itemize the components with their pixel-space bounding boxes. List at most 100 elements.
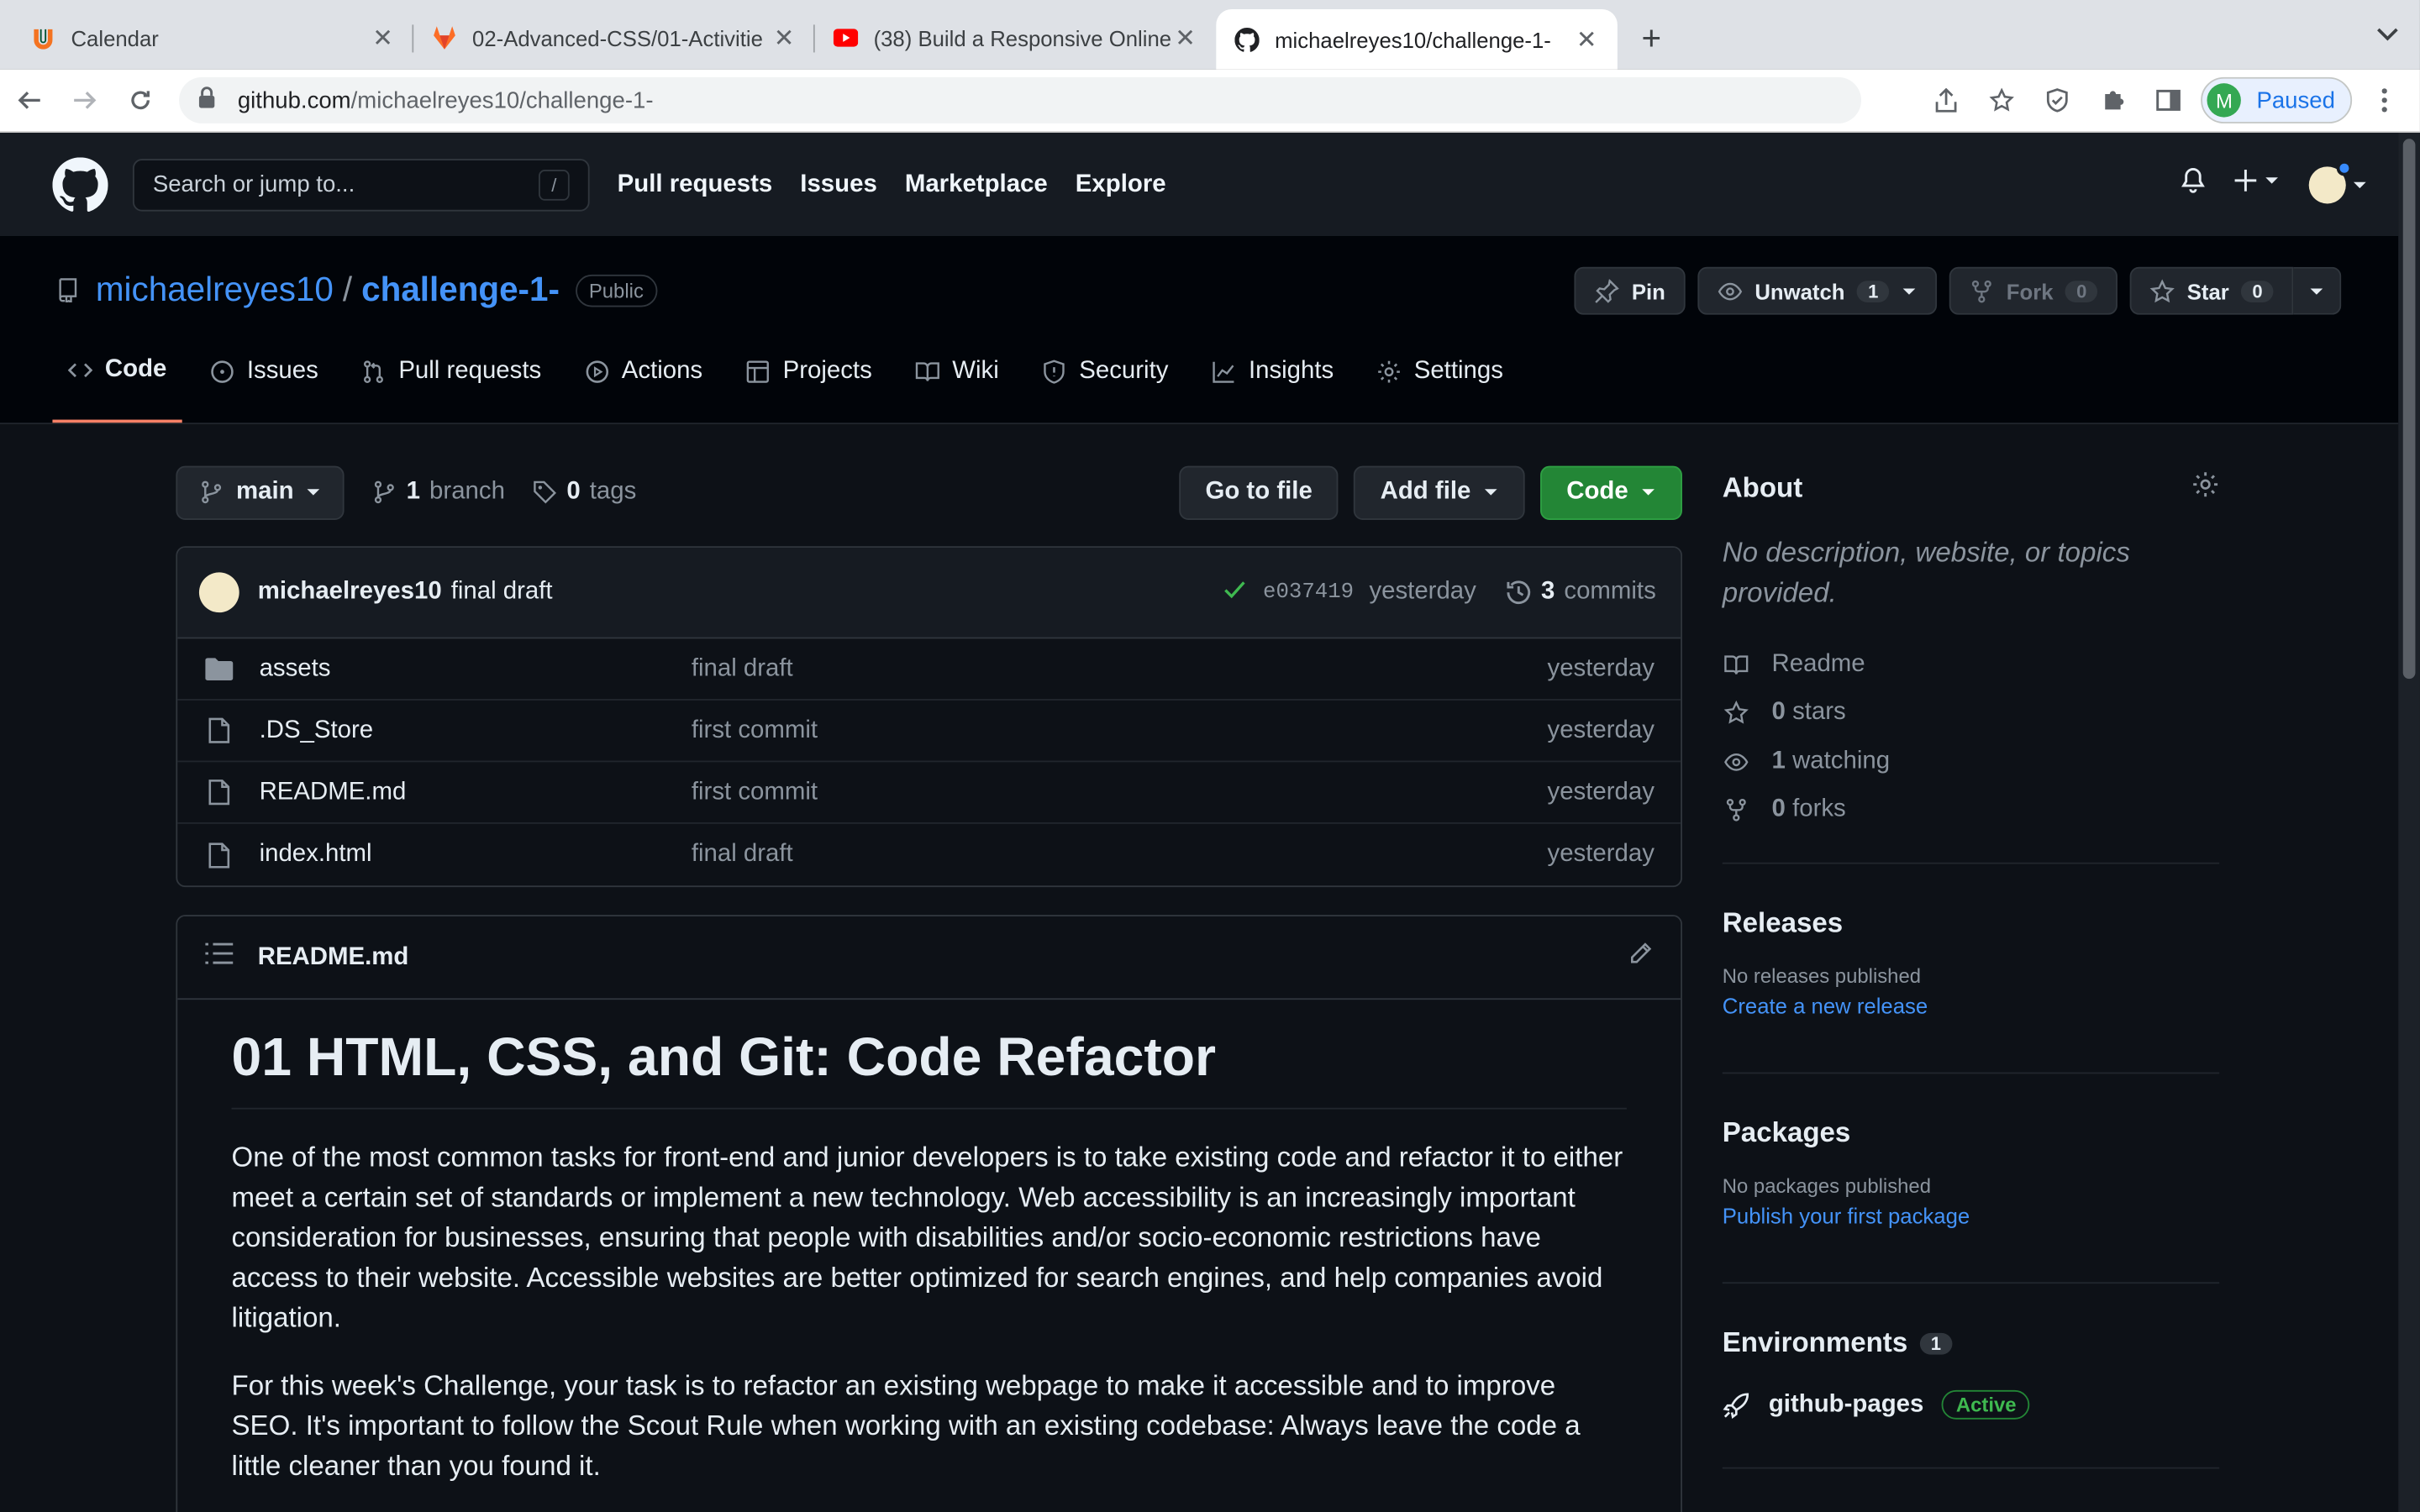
github-logo-icon[interactable] <box>52 156 108 212</box>
check-icon[interactable] <box>1223 576 1247 609</box>
nav-marketplace[interactable]: Marketplace <box>905 171 1048 198</box>
readme-filename[interactable]: README.md <box>258 943 409 971</box>
branches-link[interactable]: 1 branch <box>372 478 505 506</box>
environment-item[interactable]: github-pages Active <box>1723 1389 2219 1420</box>
commit-message[interactable]: final draft <box>451 579 553 606</box>
nav-explore[interactable]: Explore <box>1076 171 1166 198</box>
tab-code[interactable]: Code <box>52 345 182 423</box>
list-icon[interactable] <box>205 942 234 972</box>
file-name[interactable]: index.html <box>260 841 692 869</box>
extensions-puzzle-icon[interactable] <box>2090 77 2136 123</box>
notifications-bell-icon[interactable] <box>2179 166 2207 202</box>
user-menu[interactable] <box>2308 160 2368 203</box>
file-commit-message[interactable]: final draft <box>692 655 1548 683</box>
file-name[interactable]: README.md <box>260 779 692 806</box>
browser-tab[interactable]: (38) Build a Responsive Online ✕ <box>815 9 1217 66</box>
tab-wiki[interactable]: Wiki <box>900 345 1014 423</box>
tags-link[interactable]: 0 tags <box>533 478 636 506</box>
pin-label: Pin <box>1631 278 1665 303</box>
unwatch-button[interactable]: Unwatch 1 <box>1697 266 1938 315</box>
go-to-file-button[interactable]: Go to file <box>1179 465 1339 520</box>
caret-down-icon <box>1642 489 1655 496</box>
bookmark-star-icon[interactable] <box>1979 77 2025 123</box>
star-list-dropdown[interactable] <box>2293 266 2342 315</box>
kebab-menu-icon[interactable] <box>2361 77 2407 123</box>
folder-icon <box>203 657 234 680</box>
commit-sha[interactable]: e037419 <box>1263 580 1354 605</box>
new-tab-button[interactable]: + <box>1623 11 1679 66</box>
create-release-link[interactable]: Create a new release <box>1723 994 2219 1018</box>
share-icon[interactable] <box>1923 77 1970 123</box>
address-bar[interactable]: github.com/michaelreyes10/challenge-1- <box>179 76 1862 123</box>
scrollbar-thumb[interactable] <box>2402 139 2416 680</box>
close-icon[interactable]: ✕ <box>1574 24 1598 55</box>
tab-actions[interactable]: Actions <box>569 345 718 423</box>
close-icon[interactable]: ✕ <box>371 23 395 54</box>
star-button[interactable]: Star 0 <box>2129 266 2294 315</box>
tab-security[interactable]: Security <box>1027 345 1184 423</box>
table-row[interactable]: assets final draft yesterday <box>177 638 1681 701</box>
commits-history-link[interactable]: 3 commits <box>1504 579 1656 606</box>
stars-link[interactable]: 0 stars <box>1723 689 1890 738</box>
browser-tab[interactable]: Calendar ✕ <box>13 9 414 66</box>
nav-pull-requests[interactable]: Pull requests <box>618 171 773 198</box>
tab-insights[interactable]: Insights <box>1196 345 1349 423</box>
browser-tab-active[interactable]: michaelreyes10/challenge-1- ✕ <box>1216 9 1618 70</box>
create-new-plus-icon[interactable] <box>2234 168 2281 201</box>
add-file-button[interactable]: Add file <box>1354 465 1525 520</box>
file-commit-message[interactable]: first commit <box>692 717 1548 744</box>
close-icon[interactable]: ✕ <box>1173 23 1197 54</box>
reload-icon[interactable] <box>114 74 166 126</box>
tab-projects[interactable]: Projects <box>730 345 887 423</box>
nav-issues[interactable]: Issues <box>800 171 876 198</box>
file-commit-message[interactable]: first commit <box>692 779 1548 806</box>
tab-label: Security <box>1079 358 1169 385</box>
browser-tab[interactable]: 02-Advanced-CSS/01-Activitie ✕ <box>413 9 815 66</box>
readme-panel: README.md 01 HTML, CSS, and Git: Code Re… <box>176 915 1683 1512</box>
code-icon <box>67 363 93 378</box>
packages-title[interactable]: Packages <box>1723 1117 2219 1150</box>
search-input[interactable]: Search or jump to... / <box>132 158 590 211</box>
tab-label: Insights <box>1248 358 1334 385</box>
repo-owner-link[interactable]: michaelreyes10 <box>96 270 334 310</box>
side-panel-icon[interactable] <box>2145 77 2191 123</box>
back-icon[interactable] <box>3 74 55 126</box>
file-name[interactable]: assets <box>260 655 692 683</box>
pin-button[interactable]: Pin <box>1574 266 1686 315</box>
environments-title[interactable]: Environments <box>1723 1327 1907 1360</box>
fork-count: 0 <box>2065 280 2098 302</box>
shield-extension-icon[interactable] <box>2034 77 2081 123</box>
tab-label: Pull requests <box>398 358 542 385</box>
releases-title[interactable]: Releases <box>1723 907 2219 940</box>
page-scrollbar[interactable] <box>2398 132 2420 1512</box>
profile-status: Paused <box>2256 87 2335 113</box>
branch-select-button[interactable]: main <box>176 465 345 520</box>
gear-icon[interactable] <box>2191 470 2219 506</box>
tab-settings[interactable]: Settings <box>1361 345 1518 423</box>
close-icon[interactable]: ✕ <box>771 23 796 54</box>
file-name[interactable]: .DS_Store <box>260 717 692 744</box>
readme-paragraph: One of the most common tasks for front-e… <box>231 1142 1623 1333</box>
profile-button[interactable]: M Paused <box>2201 76 2353 123</box>
table-row[interactable]: README.md first commit yesterday <box>177 762 1681 824</box>
file-commit-message[interactable]: final draft <box>692 841 1548 869</box>
table-row[interactable]: .DS_Store first commit yesterday <box>177 701 1681 763</box>
fork-button[interactable]: Fork 0 <box>1949 266 2118 315</box>
commit-count-label: commits <box>1564 578 1656 605</box>
forks-link[interactable]: 0 forks <box>1723 786 1890 835</box>
pencil-edit-icon[interactable] <box>1628 941 1653 974</box>
tab-issues[interactable]: Issues <box>194 345 334 423</box>
readme-link[interactable]: Readme <box>1723 640 1890 689</box>
watching-link[interactable]: 1 watching <box>1723 738 1890 786</box>
table-row[interactable]: index.html final draft yesterday <box>177 824 1681 885</box>
tab-label: Code <box>104 356 167 383</box>
code-button[interactable]: Code <box>1540 465 1683 520</box>
repo-header: michaelreyes10 / challenge-1- Public Pin… <box>0 236 2399 425</box>
repo-name-link[interactable]: challenge-1- <box>361 270 560 310</box>
tab-search-icon[interactable] <box>2377 22 2399 46</box>
commit-author[interactable]: michaelreyes10 <box>258 579 442 606</box>
forward-icon[interactable] <box>59 74 111 126</box>
avatar[interactable] <box>198 572 239 613</box>
tab-pull-requests[interactable]: Pull requests <box>346 345 557 423</box>
publish-package-link[interactable]: Publish your first package <box>1723 1204 2219 1228</box>
